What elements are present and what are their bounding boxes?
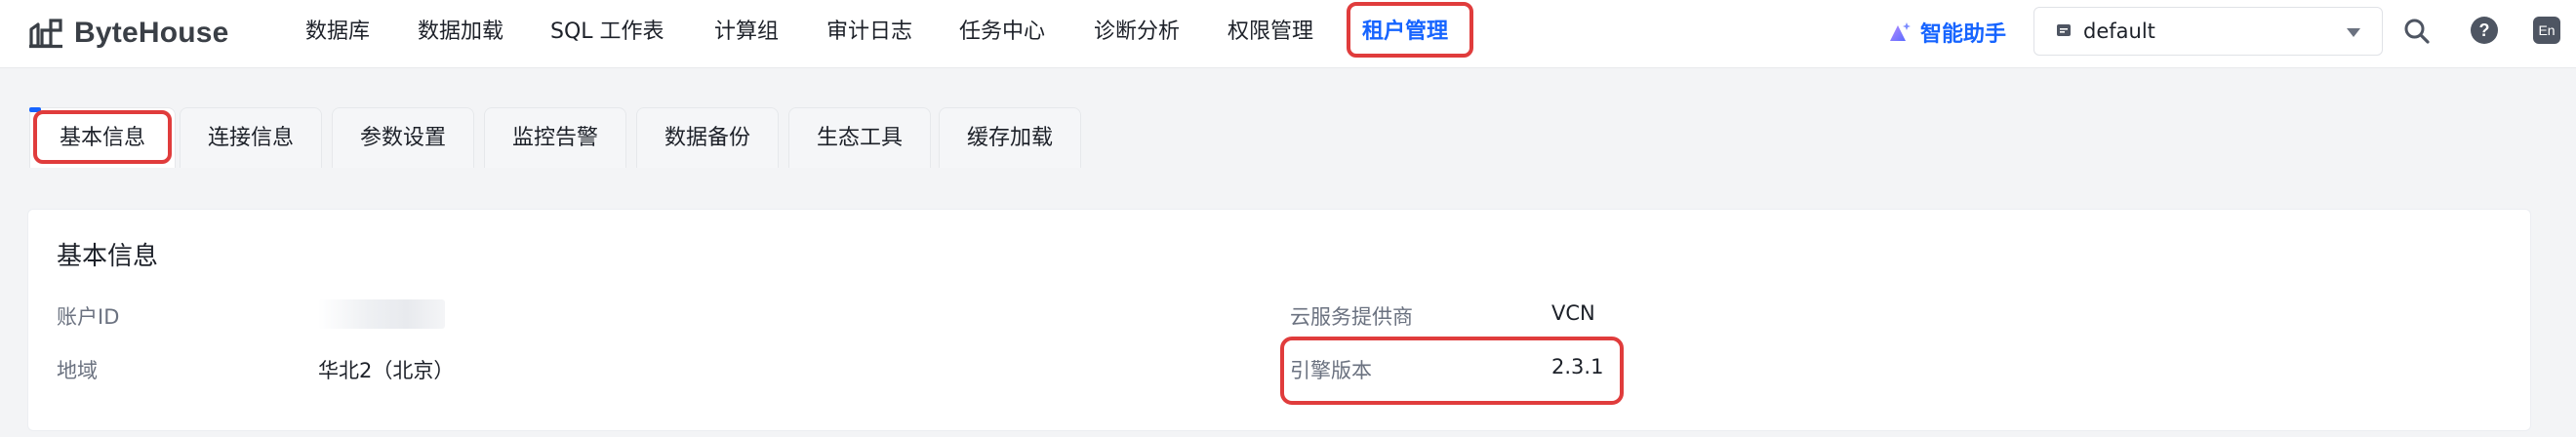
top-navigation-bar: ByteHouse 数据库 数据加载 SQL 工作表 计算组 审计日志 任务中心… xyxy=(0,0,2576,68)
tab-data-backup[interactable]: 数据备份 xyxy=(636,107,779,168)
region-label: 地域 xyxy=(57,359,98,382)
tab-parameter-settings[interactable]: 参数设置 xyxy=(332,107,474,168)
nav-item-permissions[interactable]: 权限管理 xyxy=(1228,10,1313,55)
nav-item-database[interactable]: 数据库 xyxy=(305,10,370,55)
region-value: 华北2（北京） xyxy=(318,359,455,382)
tab-connection-info[interactable]: 连接信息 xyxy=(180,107,322,168)
ai-assistant-button[interactable]: 智能助手 xyxy=(1887,10,2006,55)
highlight-box-tenant-management xyxy=(1347,2,1473,58)
bytehouse-logo[interactable]: ByteHouse xyxy=(27,10,229,57)
app-name: ByteHouse xyxy=(74,17,229,49)
workspace-select[interactable]: default xyxy=(2033,7,2383,56)
tab-monitoring-alerts[interactable]: 监控告警 xyxy=(484,107,626,168)
bytehouse-logo-icon xyxy=(29,19,62,49)
highlight-box-engine-version xyxy=(1280,337,1624,405)
workspace-icon xyxy=(2057,24,2071,36)
nav-item-diagnosis[interactable]: 诊断分析 xyxy=(1094,10,1180,55)
help-icon[interactable]: ? xyxy=(2471,17,2498,44)
workspace-selected-value: default xyxy=(2083,20,2155,43)
highlight-box-basic-info-tab xyxy=(33,110,172,164)
language-icon[interactable]: En xyxy=(2533,17,2560,44)
tab-ecosystem-tools[interactable]: 生态工具 xyxy=(788,107,931,168)
chevron-down-icon[interactable] xyxy=(2347,28,2360,37)
account-id-label: 账户ID xyxy=(57,305,120,329)
nav-item-compute-group[interactable]: 计算组 xyxy=(714,10,779,55)
tab-cache-loading[interactable]: 缓存加载 xyxy=(939,107,1081,168)
cloud-provider-value: VCN xyxy=(1551,301,1595,325)
nav-item-data-loading[interactable]: 数据加载 xyxy=(418,10,503,55)
nav-item-task-center[interactable]: 任务中心 xyxy=(959,10,1045,55)
nav-item-sql-worksheet[interactable]: SQL 工作表 xyxy=(550,10,664,55)
ai-assistant-label: 智能助手 xyxy=(1920,22,2007,47)
sparkle-hat-icon xyxy=(1890,22,1911,41)
nav-item-audit-log[interactable]: 审计日志 xyxy=(826,10,912,55)
basic-info-title: 基本信息 xyxy=(57,242,159,271)
account-id-value-redacted xyxy=(318,299,445,329)
search-icon[interactable] xyxy=(2402,17,2432,46)
cloud-provider-label: 云服务提供商 xyxy=(1290,305,1413,329)
